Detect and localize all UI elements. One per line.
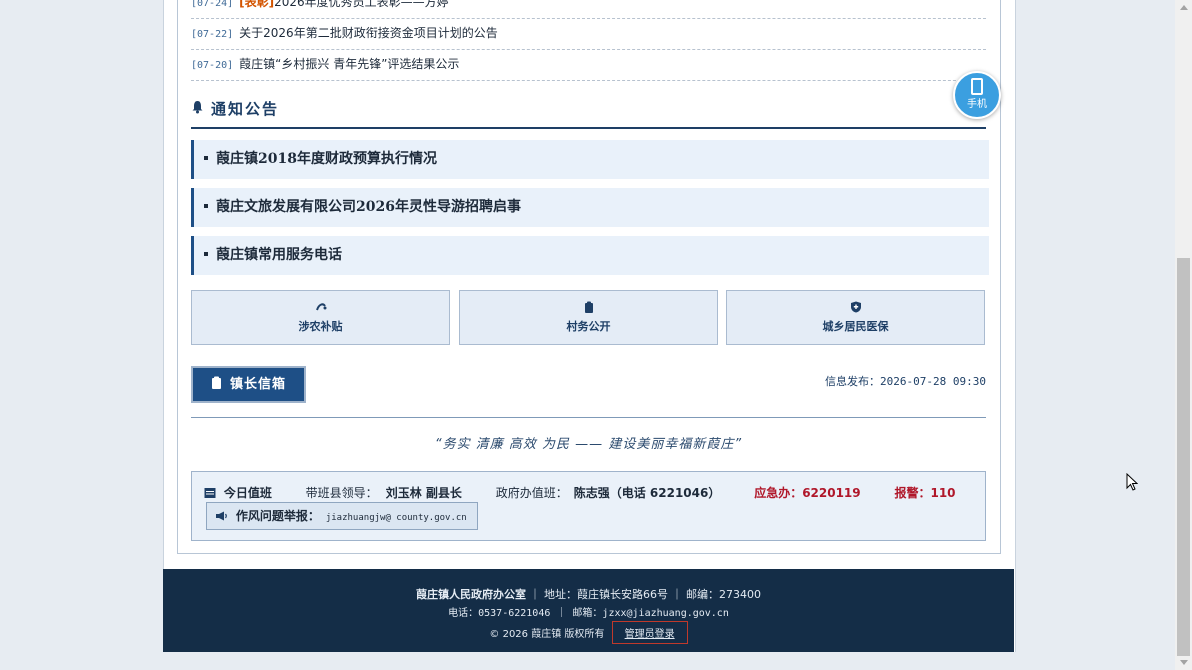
leader-label: 带班县领导： — [305, 486, 378, 500]
footer-org: 葭庄镇人民政府办公室 — [416, 588, 526, 601]
footer-copyright: © 2026 葭庄镇 版权所有 — [489, 629, 605, 640]
admin-login-link[interactable]: 管理员登录 — [611, 621, 688, 644]
report-email[interactable]: jiazhuangjw@ county.gov.cn — [326, 513, 467, 523]
footer-address: 地址：葭庄镇长安路66号 — [544, 588, 668, 601]
quick-link-medical-insurance[interactable]: 城乡居民医保 — [726, 290, 985, 345]
news-title[interactable]: 葭庄镇“乡村振兴 青年先锋”评选结果公示 — [239, 57, 459, 71]
footer-email: 邮箱：jzxx@jiazhuang.gov.cn — [572, 608, 729, 619]
notice-title[interactable]: 葭庄文旅发展有限公司2026年灵性导游招聘启事 — [216, 199, 521, 215]
report-label: 作风问题举报： — [235, 509, 320, 523]
news-date: [07-22] — [191, 29, 234, 40]
notice-title[interactable]: 葭庄镇常用服务电话 — [216, 247, 342, 263]
quick-link-label: 城乡居民医保 — [822, 320, 889, 333]
news-item[interactable]: [07-20] 葭庄镇“乡村振兴 青年先锋”评选结果公示 — [191, 49, 986, 81]
divider — [191, 417, 986, 418]
news-date: [07-20] — [191, 60, 234, 71]
quick-link-label: 村务公开 — [566, 320, 611, 333]
notice-item[interactable]: 葭庄镇2018年度财政预算执行情况 — [191, 140, 989, 179]
scroll-up-icon[interactable] — [1180, 5, 1188, 10]
notice-title[interactable]: 葭庄镇2018年度财政预算执行情况 — [216, 151, 437, 167]
scrollbar-thumb[interactable] — [1177, 258, 1190, 656]
news-date: [07-24] — [191, 0, 234, 9]
footer-phone: 电话：0537-6221046 — [448, 608, 551, 619]
duty-panel: 今日值班 带班县领导： 刘玉林 副县长 政府办值班： 陈志强（电话 6221046）… — [191, 471, 986, 541]
news-title[interactable]: 关于2026年第二批财政衔接资金项目计划的公告 — [239, 26, 498, 40]
mayor-mailbox-button[interactable]: 镇长信箱 — [191, 366, 306, 403]
news-tag: [表彰] — [239, 0, 275, 9]
report-box[interactable]: 作风问题举报： jiazhuangjw@ county.gov.cn — [206, 502, 478, 530]
duty-title: 今日值班 — [223, 486, 272, 500]
clipboard-icon — [211, 369, 222, 402]
mobile-button[interactable]: 手机 — [953, 71, 1001, 119]
mayor-mailbox-label: 镇长信箱 — [229, 377, 286, 392]
bullet-icon — [204, 252, 208, 256]
leader-value: 刘玉林 副县长 — [385, 486, 462, 500]
quick-link-label: 涉农补贴 — [298, 320, 343, 333]
shield-plus-icon — [727, 301, 984, 315]
bullet-icon — [204, 204, 208, 208]
footer-line-2: 电话：0537-6221046 ｜ 邮箱：jzxx@jiazhuang.gov.… — [448, 608, 729, 619]
police-phone: 报警：110 — [894, 486, 956, 500]
notice-item[interactable]: 葭庄镇常用服务电话 — [191, 236, 989, 275]
publish-info: 信息发布：2026-07-28 09:30 — [825, 375, 986, 388]
scroll-down-icon[interactable] — [1180, 660, 1188, 665]
scrollbar[interactable] — [1175, 0, 1192, 670]
office-label: 政府办值班： — [495, 486, 568, 500]
footer: 葭庄镇人民政府办公室 ｜ 地址：葭庄镇长安路66号 ｜ 邮编：273400 电话… — [163, 569, 1014, 652]
duty-row: 今日值班 带班县领导： 刘玉林 副县长 政府办值班： 陈志强（电话 6221046）… — [204, 484, 979, 501]
footer-line-1: 葭庄镇人民政府办公室 ｜ 地址：葭庄镇长安路66号 ｜ 邮编：273400 — [416, 588, 761, 601]
news-title[interactable]: 2026年度优秀员工表彰——方婷 — [274, 0, 449, 9]
hand-coin-icon — [192, 301, 449, 315]
slogan: “务实 清廉 高效 为民 —— 建设美丽幸福新葭庄” — [434, 437, 743, 452]
clipboard-icon — [460, 301, 717, 315]
quick-link-village-affairs[interactable]: 村务公开 — [459, 290, 718, 345]
notice-section-header: 通知公告 — [191, 98, 986, 129]
mouse-cursor-icon — [1126, 472, 1139, 495]
quick-link-farm-subsidy[interactable]: 涉农补贴 — [191, 290, 450, 345]
news-item[interactable]: [07-24] [表彰]2026年度优秀员工表彰——方婷 — [191, 0, 986, 19]
footer-line-3: © 2026 葭庄镇 版权所有 管理员登录 — [163, 621, 1014, 644]
megaphone-icon — [215, 504, 228, 530]
news-item[interactable]: [07-22] 关于2026年第二批财政衔接资金项目计划的公告 — [191, 18, 986, 50]
phone-icon — [971, 78, 983, 95]
mobile-label: 手机 — [967, 99, 987, 110]
emergency-phone: 应急办：6220119 — [754, 486, 861, 500]
bell-icon — [191, 100, 205, 118]
calendar-icon — [204, 487, 216, 501]
notice-item[interactable]: 葭庄文旅发展有限公司2026年灵性导游招聘启事 — [191, 188, 989, 227]
bullet-icon — [204, 156, 208, 160]
section-title: 通知公告 — [211, 100, 280, 118]
office-value: 陈志强（电话 6221046） — [573, 486, 721, 500]
footer-postcode: 邮编：273400 — [686, 588, 761, 601]
